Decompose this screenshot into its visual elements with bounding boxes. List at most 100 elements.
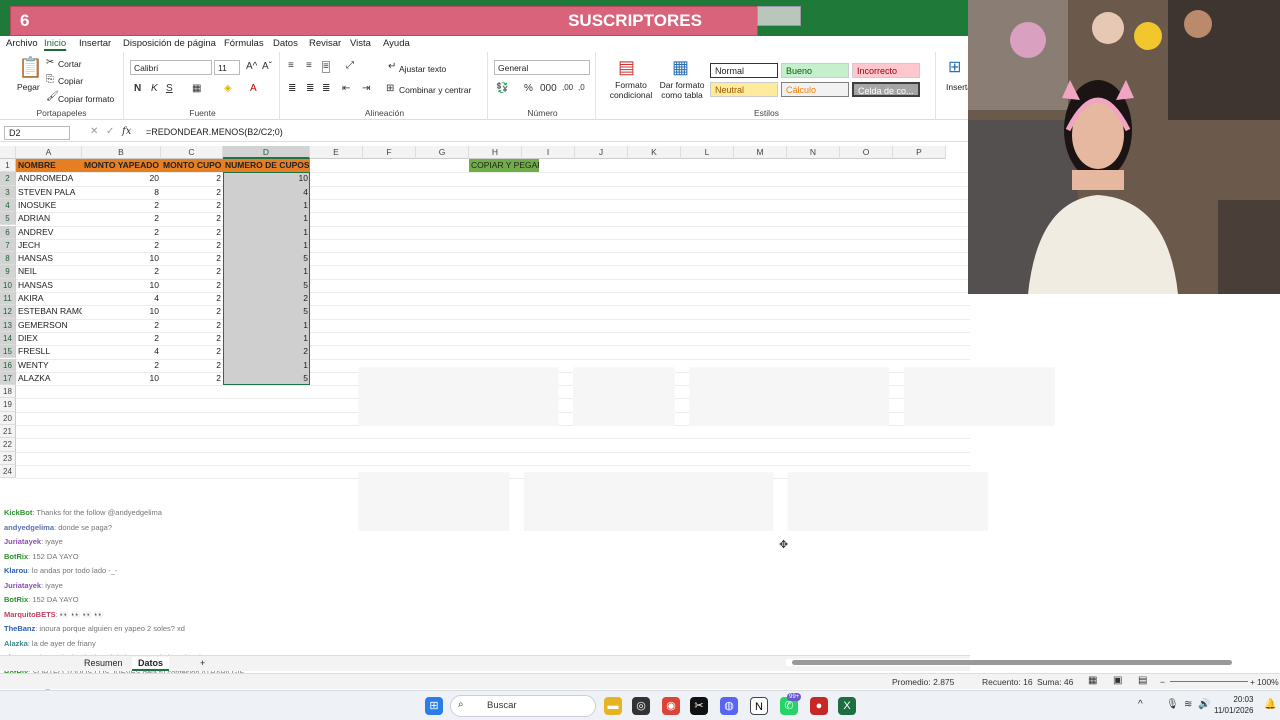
value-cell[interactable]: 8 xyxy=(82,186,161,199)
row-header[interactable]: 1 xyxy=(0,159,16,173)
col-header-j[interactable]: J xyxy=(575,146,628,159)
cupos-cell[interactable]: 4 xyxy=(223,186,310,199)
font-color-icon[interactable]: A xyxy=(250,84,257,94)
tab-vista[interactable]: Vista xyxy=(350,38,371,49)
header-cell[interactable]: NUMERO DE CUPOS xyxy=(223,159,310,173)
increase-indent-icon[interactable]: ⇥ xyxy=(362,84,370,94)
scrollbar-thumb[interactable] xyxy=(792,660,1232,665)
row-header[interactable]: 5 xyxy=(0,212,16,226)
value-cell[interactable]: 2 xyxy=(82,212,161,225)
cupos-cell[interactable]: 1 xyxy=(223,359,310,372)
col-header-f[interactable]: F xyxy=(363,146,416,159)
value-cell[interactable]: 2 xyxy=(161,359,223,372)
cupos-cell[interactable]: 5 xyxy=(223,252,310,265)
col-header-b[interactable]: B xyxy=(82,146,161,159)
tab-ayuda[interactable]: Ayuda xyxy=(383,38,410,49)
italic-icon[interactable]: K xyxy=(151,84,158,94)
value-cell[interactable]: 2 xyxy=(161,305,223,318)
value-cell[interactable]: 4 xyxy=(82,345,161,358)
style-normal[interactable]: Normal xyxy=(710,63,778,78)
chatgpt-icon[interactable]: ◎ xyxy=(632,697,650,715)
tab-disposicion[interactable]: Disposición de página xyxy=(123,38,216,49)
windows-start-icon[interactable]: ⊞ xyxy=(425,697,443,715)
style-bueno[interactable]: Bueno xyxy=(781,63,849,78)
value-cell[interactable]: 2 xyxy=(161,226,223,239)
obs-icon[interactable]: ● xyxy=(810,697,828,715)
header-cell[interactable]: MONTO CUPO xyxy=(161,159,223,173)
value-cell[interactable]: 2 xyxy=(82,199,161,212)
format-painter-button[interactable]: Copiar formato xyxy=(58,94,114,104)
percent-icon[interactable]: % xyxy=(524,84,533,94)
row-header[interactable]: 3 xyxy=(0,185,16,199)
tab-revisar[interactable]: Revisar xyxy=(309,38,341,49)
copy-icon[interactable]: ⎘ xyxy=(46,75,54,85)
fx-icon[interactable]: fx xyxy=(122,127,131,137)
merge-icon[interactable]: ⊞ xyxy=(386,84,394,94)
value-cell[interactable]: 2 xyxy=(161,265,223,278)
row-header[interactable]: 23 xyxy=(0,451,16,465)
value-cell[interactable]: 10 xyxy=(82,252,161,265)
font-size-select[interactable]: 11 xyxy=(214,60,240,75)
notifications-icon[interactable]: 🔔 xyxy=(1264,700,1276,710)
row-header[interactable]: 24 xyxy=(0,464,16,479)
bold-icon[interactable]: N xyxy=(134,84,141,94)
row-header[interactable]: 14 xyxy=(0,331,16,346)
value-cell[interactable]: 10 xyxy=(82,372,161,385)
tab-insertar[interactable]: Insertar xyxy=(79,38,111,49)
sheet-tab-datos[interactable]: Datos xyxy=(132,657,170,671)
value-cell[interactable]: 2 xyxy=(82,332,161,345)
taskbar-clock[interactable]: 20:03 11/01/2026 xyxy=(1214,694,1253,716)
col-header-n[interactable]: N xyxy=(787,146,840,159)
volume-icon[interactable]: 🔊 xyxy=(1198,700,1210,710)
value-cell[interactable]: 2 xyxy=(161,332,223,345)
cut-button[interactable]: Cortar xyxy=(58,59,82,69)
formula-input[interactable]: =REDONDEAR.MENOS(B2/C2;0) xyxy=(146,127,283,137)
style-incorrecto[interactable]: Incorrecto xyxy=(852,63,920,78)
file-explorer-icon[interactable]: ▬ xyxy=(604,697,622,715)
font-name-select[interactable]: Calibri xyxy=(130,60,212,75)
wrap-text-button[interactable]: Ajustar texto xyxy=(399,64,446,74)
col-header-i[interactable]: I xyxy=(522,146,575,159)
orientation-icon[interactable]: ⤢ xyxy=(346,61,354,71)
cupos-cell[interactable]: 1 xyxy=(223,212,310,225)
name-cell[interactable]: WENTY xyxy=(16,359,82,372)
value-cell[interactable]: 2 xyxy=(161,186,223,199)
name-cell[interactable]: HANSAS xyxy=(16,279,82,292)
value-cell[interactable]: 2 xyxy=(161,319,223,332)
col-header-k[interactable]: K xyxy=(628,146,681,159)
zoom-out-icon[interactable]: − xyxy=(1160,677,1165,687)
fill-color-icon[interactable]: ◈ xyxy=(224,84,232,94)
value-cell[interactable]: 10 xyxy=(82,279,161,292)
conditional-format-icon[interactable]: ▤ xyxy=(618,58,635,76)
zoom-level[interactable]: 100% xyxy=(1257,677,1279,687)
cupos-cell[interactable]: 1 xyxy=(223,226,310,239)
name-cell[interactable]: STEVEN PALA xyxy=(16,186,82,199)
name-cell[interactable]: GEMERSON xyxy=(16,319,82,332)
row-header[interactable]: 6 xyxy=(0,225,16,239)
cupos-cell[interactable]: 2 xyxy=(223,292,310,305)
tray-chevron-icon[interactable]: ^ xyxy=(1138,700,1143,710)
name-cell[interactable]: ANDROMEDA xyxy=(16,172,82,185)
insert-cells-icon[interactable]: ⊞ xyxy=(948,60,961,76)
tab-datos[interactable]: Datos xyxy=(273,38,298,49)
microphone-icon[interactable]: 🎙 xyxy=(1166,700,1179,710)
row-header[interactable]: 8 xyxy=(0,252,16,266)
add-sheet-button[interactable]: + xyxy=(194,657,211,669)
paste-button[interactable]: Pegar xyxy=(17,82,40,92)
value-cell[interactable]: 2 xyxy=(161,252,223,265)
col-header-d[interactable]: D xyxy=(223,146,310,159)
value-cell[interactable]: 2 xyxy=(82,239,161,252)
capcut-icon[interactable]: ✂ xyxy=(690,697,708,715)
conditional-format-button[interactable]: Formato condicional xyxy=(602,80,660,100)
increase-decimal-icon[interactable]: ,00 xyxy=(562,84,573,92)
row-header[interactable]: 20 xyxy=(0,411,16,425)
page-layout-icon[interactable]: ▣ xyxy=(1113,675,1122,686)
name-cell[interactable]: DIEX xyxy=(16,332,82,345)
value-cell[interactable]: 10 xyxy=(82,305,161,318)
confirm-icon[interactable]: ✓ xyxy=(106,127,114,137)
col-header-a[interactable]: A xyxy=(16,146,82,159)
number-format-select[interactable]: General xyxy=(494,60,590,75)
comma-icon[interactable]: 000 xyxy=(540,84,557,94)
align-top-icon[interactable]: ≡ xyxy=(288,61,294,71)
cupos-cell[interactable]: 5 xyxy=(223,279,310,292)
